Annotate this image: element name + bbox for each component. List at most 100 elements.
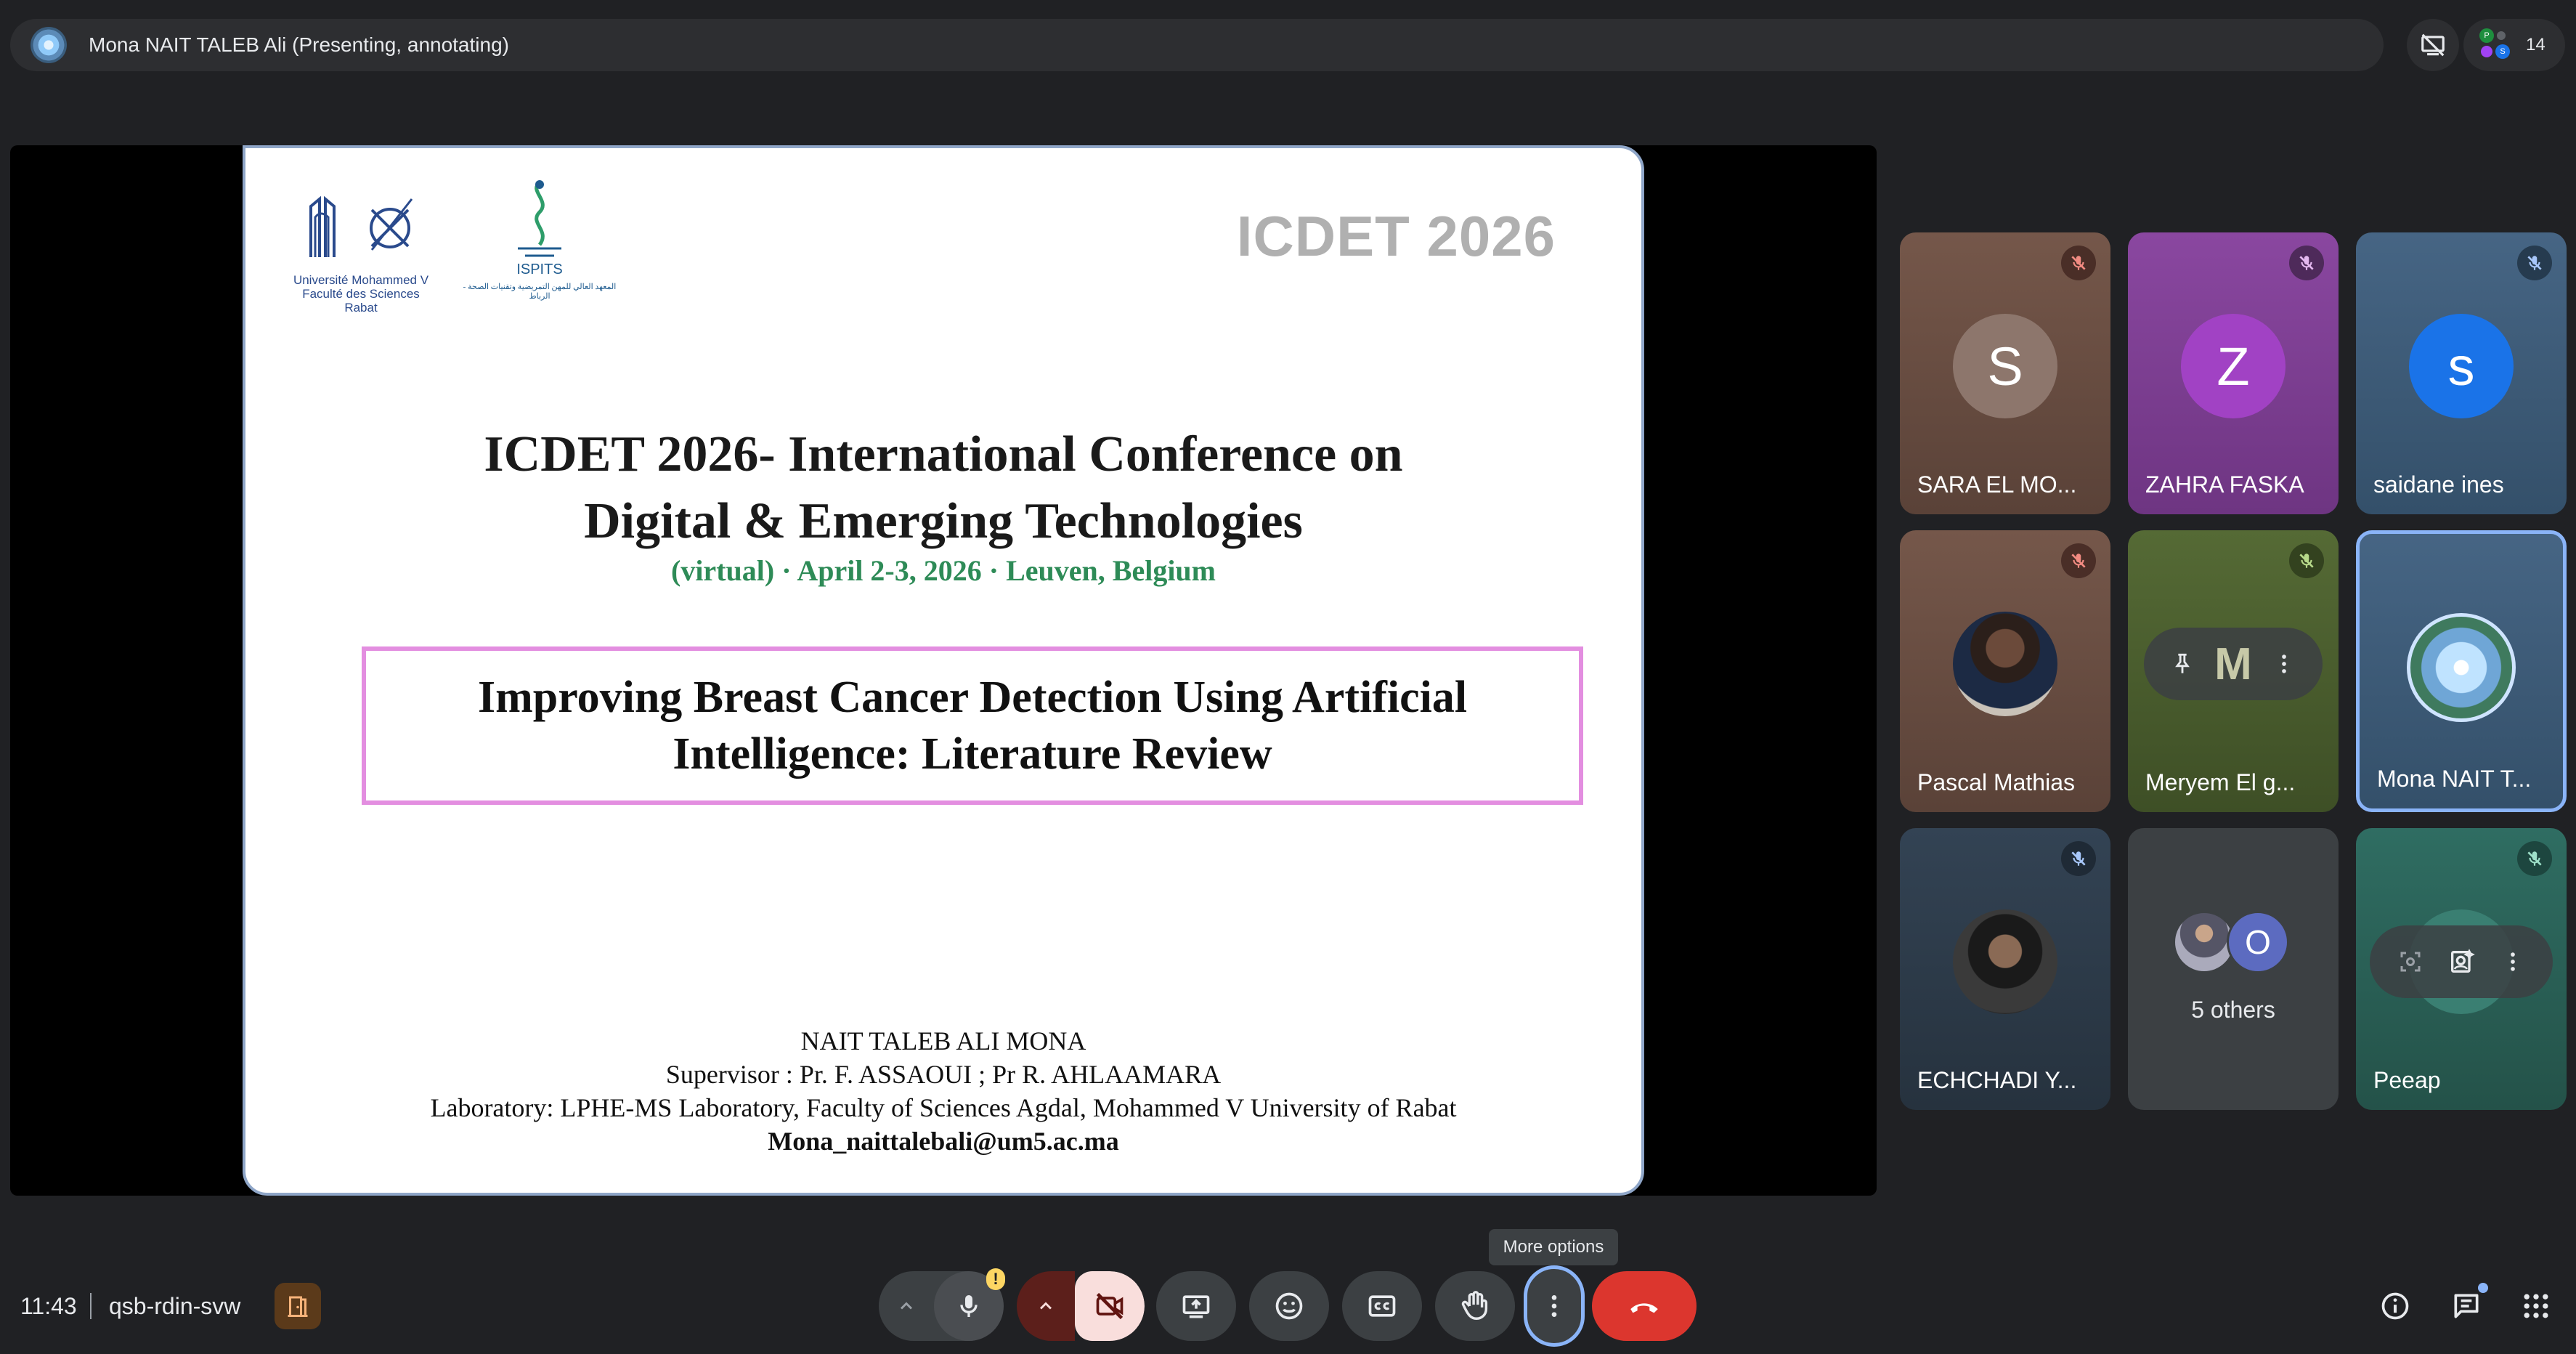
talk-title-line2: Intelligence: Literature Review — [673, 729, 1272, 779]
university-logo: Université Mohammed V Faculté des Science… — [277, 177, 444, 315]
closed-captions-icon — [1368, 1295, 1396, 1317]
slide-subtitle: (virtual) · April 2-3, 2026 · Leuven, Be… — [671, 554, 1216, 587]
chevron-up-icon — [1039, 1302, 1052, 1310]
supervisor: Supervisor : Pr. F. ASSAOUI ; Pr R. AHLA… — [665, 1060, 1222, 1089]
slide-title-line2: Digital & Emerging Technologies — [584, 493, 1303, 549]
participant-tile[interactable]: Pascal Mathias — [1900, 530, 2110, 812]
mic-warning-badge: ! — [986, 1268, 1005, 1290]
participant-tile[interactable]: ECHCHADI Y... — [1900, 828, 2110, 1110]
slide-title: ICDET 2026- International Conference on … — [245, 421, 1641, 555]
camera-off-icon — [1096, 1292, 1124, 1320]
participant-name: ECHCHADI Y... — [1917, 1067, 2077, 1093]
more-vert-icon — [1551, 1295, 1557, 1317]
participant-name: ZAHRA FASKA — [2145, 471, 2304, 498]
raise-hand-button[interactable] — [1435, 1271, 1515, 1341]
others-tile[interactable]: O 5 others — [2128, 828, 2339, 1110]
end-call-icon — [1630, 1303, 1658, 1313]
audio-settings-button[interactable] — [879, 1271, 934, 1341]
hand-icon — [1461, 1291, 1488, 1320]
more-vert-icon[interactable] — [2272, 652, 2296, 676]
participant-name: Pascal Mathias — [1917, 769, 2075, 795]
author-name: NAIT TALEB ALI MONA — [800, 1026, 1086, 1055]
more-options-tooltip: More options — [1489, 1229, 1618, 1265]
talk-title: Improving Breast Cancer Detection Using … — [478, 669, 1467, 782]
companion-mode-button[interactable] — [275, 1283, 321, 1329]
slide-title-line1: ICDET 2026- International Conference on — [484, 426, 1403, 482]
meeting-code: qsb-rdin-svw — [109, 1293, 241, 1319]
camera-control-group — [1017, 1271, 1145, 1341]
participant-initial: M — [2214, 639, 2252, 689]
leave-call-button[interactable] — [1592, 1271, 1697, 1341]
activities-button[interactable] — [2510, 1280, 2562, 1332]
participant-photo — [2407, 613, 2516, 722]
tile-hover-controls — [2370, 925, 2553, 998]
chat-notification-dot — [2478, 1283, 2488, 1293]
door-icon — [288, 1296, 308, 1317]
mic-off-icon — [2061, 841, 2096, 876]
participant-tile[interactable]: S SARA EL MO... — [1900, 232, 2110, 514]
participant-name: Mona NAIT T... — [2377, 766, 2532, 792]
emoji-icon — [1275, 1292, 1303, 1320]
participant-tile[interactable]: Peeap — [2356, 828, 2567, 1110]
laboratory: Laboratory: LPHE-MS Laboratory, Faculty … — [430, 1093, 1457, 1122]
chevron-up-icon — [900, 1302, 913, 1310]
participant-tile-self[interactable]: Mona NAIT T... — [2356, 530, 2567, 812]
participant-count: 14 — [2526, 35, 2545, 54]
participant-avatar: S — [1953, 314, 2057, 418]
annotation-box: Improving Breast Cancer Detection Using … — [362, 646, 1583, 805]
participant-name: Peeap — [2373, 1067, 2441, 1093]
mic-off-icon — [2289, 543, 2324, 578]
frame-icon[interactable] — [2397, 949, 2423, 975]
university-emblem-icon — [309, 195, 413, 257]
present-icon — [1182, 1295, 1210, 1318]
others-label: 5 others — [2191, 997, 2275, 1023]
apps-grid-icon — [2524, 1294, 2548, 1318]
participant-photo — [1953, 612, 2057, 716]
reactions-button[interactable] — [1249, 1271, 1329, 1341]
presentation-stage[interactable]: Université Mohammed V Faculté des Science… — [10, 145, 1877, 1196]
chat-icon — [2454, 1294, 2479, 1318]
mic-off-icon — [2289, 246, 2324, 280]
mini-avatars-icon: P S — [2479, 28, 2513, 62]
participant-photo — [1953, 909, 2057, 1014]
mini-avatar: P — [2479, 28, 2494, 43]
participants-button[interactable]: P S 14 — [2463, 19, 2565, 71]
visual-effects-icon[interactable] — [2447, 947, 2477, 976]
presenter-avatar — [31, 27, 67, 63]
university-logo-text: Université Mohammed V Faculté des Science… — [293, 273, 429, 315]
pin-icon[interactable] — [2170, 652, 2195, 676]
mic-control-group — [879, 1271, 1004, 1341]
others-avatar-initial: O — [2227, 911, 2289, 973]
mic-off-icon — [2517, 246, 2552, 280]
mini-avatar — [2497, 31, 2506, 40]
presentation-slide: Université Mohammed V Faculté des Science… — [243, 145, 1644, 1196]
chat-button[interactable] — [2440, 1280, 2492, 1332]
talk-title-line1: Improving Breast Cancer Detection Using … — [477, 673, 1468, 722]
meeting-details-button[interactable] — [2369, 1280, 2421, 1332]
ispits-logo: ISPITS المعهد العالي للمهن التمريضية وتق… — [456, 176, 623, 301]
more-options-button[interactable] — [1524, 1265, 1585, 1347]
mic-off-icon — [2061, 246, 2096, 280]
participant-name: Meryem El g... — [2145, 769, 2296, 795]
clock: 11:43 — [20, 1293, 77, 1319]
captions-button[interactable] — [1342, 1271, 1422, 1341]
participant-name: saidane ines — [2373, 471, 2504, 498]
participant-tile[interactable]: Z ZAHRA FASKA — [2128, 232, 2339, 514]
participant-tile[interactable]: M Meryem El g... — [2128, 530, 2339, 812]
mini-avatar: S — [2495, 44, 2510, 59]
stop-sharing-icon-button[interactable] — [2407, 19, 2459, 71]
presenter-bar[interactable]: Mona NAIT TALEB Ali (Presenting, annotat… — [10, 19, 2384, 71]
conference-watermark: ICDET 2026 — [1236, 204, 1556, 268]
no-present-icon — [2421, 33, 2445, 57]
mic-off-icon — [2517, 841, 2552, 876]
camera-button[interactable] — [1075, 1271, 1145, 1341]
author-block: NAIT TALEB ALI MONA Supervisor : Pr. F. … — [245, 1024, 1641, 1158]
participant-tile[interactable]: s saidane ines — [2356, 232, 2567, 514]
presenter-label: Mona NAIT TALEB Ali (Presenting, annotat… — [89, 33, 509, 56]
video-settings-button[interactable] — [1017, 1271, 1075, 1341]
present-screen-button[interactable] — [1156, 1271, 1236, 1341]
ispits-arabic-text: المعهد العالي للمهن التمريضية وتقنيات ال… — [463, 283, 617, 301]
author-email: Mona_naittalebali@um5.ac.ma — [768, 1127, 1119, 1156]
more-vert-icon[interactable] — [2500, 949, 2525, 974]
ispits-logo-text: ISPITS — [516, 262, 563, 277]
